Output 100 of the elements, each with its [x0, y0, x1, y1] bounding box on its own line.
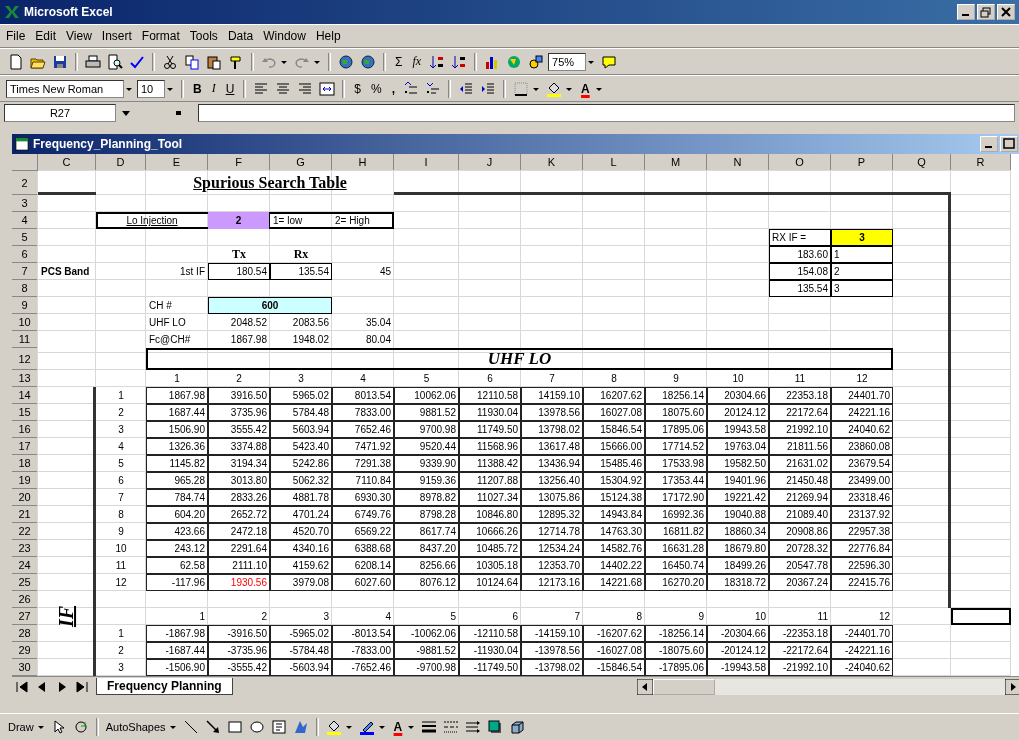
- dash-style-icon[interactable]: [443, 719, 460, 735]
- scroll-right-icon[interactable]: [1005, 678, 1019, 695]
- font-color-button[interactable]: A: [577, 78, 594, 99]
- sort-descending-icon[interactable]: [451, 53, 468, 70]
- minimize-icon[interactable]: [957, 4, 975, 20]
- font-color-button[interactable]: A: [389, 717, 407, 737]
- row-header[interactable]: 28: [12, 625, 38, 642]
- row-header[interactable]: 24: [12, 557, 38, 574]
- row-header[interactable]: 22: [12, 523, 38, 540]
- drawing-icon[interactable]: [528, 53, 545, 70]
- row-header[interactable]: 25: [12, 574, 38, 591]
- menu-item[interactable]: Format: [141, 29, 180, 43]
- row-header[interactable]: 11: [12, 331, 38, 348]
- row-header[interactable]: 9: [12, 297, 38, 314]
- font-dropdown[interactable]: Times New Roman: [6, 79, 124, 98]
- function-button[interactable]: fx: [408, 51, 426, 72]
- line-color-icon[interactable]: [358, 719, 375, 735]
- table-cell[interactable]: 3: [831, 229, 893, 246]
- close-icon[interactable]: [997, 4, 1015, 20]
- merge-cells-icon[interactable]: [319, 80, 336, 97]
- paintbrush-icon[interactable]: [228, 53, 244, 70]
- row-header[interactable]: 30: [12, 659, 38, 676]
- fill-color-icon[interactable]: [325, 719, 342, 735]
- row-header[interactable]: 5: [12, 229, 38, 246]
- row-header[interactable]: 14: [12, 387, 38, 404]
- bold-button[interactable]: B: [189, 78, 206, 99]
- line-icon[interactable]: [182, 719, 199, 735]
- row-header[interactable]: 12: [12, 348, 38, 370]
- maximize-icon[interactable]: [1000, 136, 1018, 152]
- print-preview-icon[interactable]: [107, 53, 123, 70]
- row-header[interactable]: 15: [12, 404, 38, 421]
- menu-item[interactable]: Window: [263, 29, 306, 43]
- row-header[interactable]: 18: [12, 455, 38, 472]
- draw-menu-button[interactable]: Draw: [6, 717, 36, 737]
- row-header[interactable]: 10: [12, 314, 38, 331]
- formula-field[interactable]: [198, 104, 1015, 122]
- menu-item[interactable]: Edit: [35, 29, 57, 43]
- oval-icon[interactable]: [248, 719, 265, 735]
- help-icon[interactable]: [601, 53, 618, 70]
- row-header[interactable]: 13: [12, 370, 38, 387]
- sort-ascending-icon[interactable]: [429, 53, 446, 70]
- rotate-icon[interactable]: [72, 719, 89, 735]
- row-header[interactable]: 3: [12, 195, 38, 212]
- sum-button[interactable]: Σ: [391, 51, 407, 72]
- row-header[interactable]: 21: [12, 506, 38, 523]
- scissors-icon[interactable]: [162, 53, 178, 70]
- arrow-icon[interactable]: [204, 719, 221, 735]
- line-style-icon[interactable]: [421, 719, 438, 735]
- new-document-icon[interactable]: [8, 53, 24, 70]
- increase-indent-icon[interactable]: [480, 80, 497, 97]
- row-header[interactable]: 16: [12, 421, 38, 438]
- borders-icon[interactable]: [513, 80, 530, 97]
- 3d-icon[interactable]: [509, 719, 526, 735]
- zoom-dropdown[interactable]: 75%: [548, 52, 587, 71]
- underline-button[interactable]: U: [221, 78, 239, 99]
- last-sheet-icon[interactable]: [74, 678, 90, 695]
- menu-item[interactable]: Tools: [189, 29, 218, 43]
- row-header[interactable]: 8: [12, 280, 38, 297]
- globe-icon[interactable]: [338, 53, 354, 70]
- row-header[interactable]: 19: [12, 472, 38, 489]
- row-header[interactable]: 29: [12, 642, 38, 659]
- autoshapes-menu-button[interactable]: AutoShapes: [103, 717, 168, 737]
- row-header[interactable]: 27: [12, 608, 38, 625]
- row-header[interactable]: 26: [12, 591, 38, 608]
- decrease-decimal-icon[interactable]: [425, 80, 442, 97]
- printer-icon[interactable]: [85, 53, 101, 70]
- globe-icon[interactable]: [360, 53, 376, 70]
- menu-item[interactable]: Help: [315, 29, 341, 43]
- font-size-dropdown[interactable]: 10: [137, 79, 165, 98]
- minimize-icon[interactable]: [980, 136, 998, 152]
- row-header[interactable]: 6: [12, 246, 38, 263]
- increase-decimal-icon[interactable]: [403, 80, 420, 97]
- first-sheet-icon[interactable]: [14, 678, 30, 695]
- wordart-icon[interactable]: [292, 719, 309, 735]
- row-header[interactable]: 4: [12, 212, 38, 229]
- row-header[interactable]: 2: [12, 171, 38, 195]
- selected-cell[interactable]: [951, 608, 1011, 625]
- copy-icon[interactable]: [184, 53, 200, 70]
- arrow-style-icon[interactable]: [465, 719, 482, 735]
- italic-button[interactable]: I: [207, 78, 220, 99]
- clipboard-icon[interactable]: [206, 53, 222, 70]
- row-header[interactable]: 20: [12, 489, 38, 506]
- text-box-icon[interactable]: [270, 719, 287, 735]
- name-box[interactable]: R27: [4, 104, 116, 122]
- menu-item[interactable]: Insert: [101, 29, 132, 43]
- table-cell[interactable]: 600: [208, 297, 332, 314]
- menu-item[interactable]: Data: [227, 29, 254, 43]
- row-header[interactable]: 17: [12, 438, 38, 455]
- rectangle-icon[interactable]: [226, 719, 243, 735]
- align-right-icon[interactable]: [297, 80, 314, 97]
- menu-item[interactable]: View: [66, 29, 92, 43]
- row-header[interactable]: 23: [12, 540, 38, 557]
- fill-color-icon[interactable]: [546, 80, 563, 97]
- table-cell[interactable]: 2: [208, 212, 270, 229]
- currency-button[interactable]: $: [350, 78, 366, 99]
- scroll-left-icon[interactable]: [637, 678, 653, 695]
- percent-button[interactable]: %: [367, 78, 386, 99]
- restore-icon[interactable]: [977, 4, 995, 20]
- decrease-indent-icon[interactable]: [458, 80, 475, 97]
- save-icon[interactable]: [52, 53, 68, 70]
